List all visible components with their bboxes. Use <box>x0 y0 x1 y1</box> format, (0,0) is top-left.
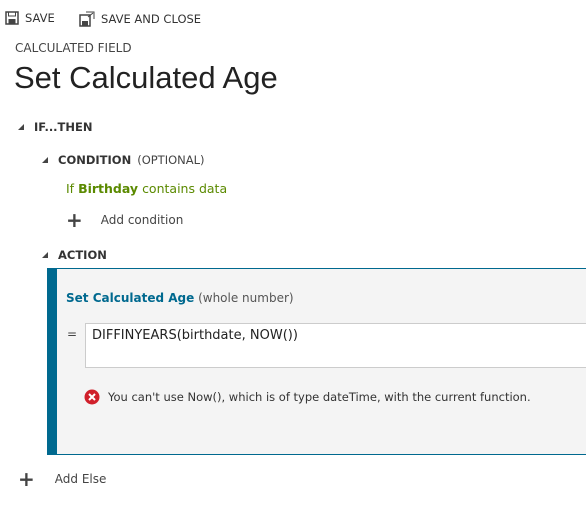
collapse-triangle-icon <box>42 157 48 163</box>
entity-subtitle: CALCULATED FIELD <box>15 41 132 55</box>
equals-sign: = <box>67 327 78 341</box>
error-message: You can't use Now(), which is of type da… <box>84 389 531 405</box>
save-and-close-label: SAVE AND CLOSE <box>101 12 202 26</box>
save-and-close-icon <box>79 11 95 27</box>
page-title: Set Calculated Age <box>14 60 278 95</box>
ifthen-label: IF...THEN <box>34 120 93 134</box>
condition-if: If <box>66 181 75 196</box>
condition-operator: contains data <box>142 181 228 196</box>
condition-section-toggle[interactable]: CONDITION (OPTIONAL) <box>42 153 205 167</box>
collapse-triangle-icon <box>18 124 24 130</box>
action-label: ACTION <box>58 248 107 262</box>
condition-field: Birthday <box>78 181 139 196</box>
plus-icon: + <box>66 208 83 232</box>
condition-label: CONDITION <box>58 153 132 167</box>
action-target: Set Calculated Age (whole number) <box>66 291 294 305</box>
add-condition-button[interactable]: + Add condition <box>66 208 184 232</box>
add-condition-label: Add condition <box>100 213 184 227</box>
formula-input[interactable]: DIFFINYEARS(birthdate, NOW()) <box>85 323 586 368</box>
add-else-label: Add Else <box>54 472 107 486</box>
ifthen-section-toggle[interactable]: IF...THEN <box>18 120 93 134</box>
add-else-button[interactable]: + Add Else <box>18 467 107 491</box>
plus-icon: + <box>18 467 35 491</box>
error-icon <box>84 389 100 405</box>
collapse-triangle-icon <box>42 252 48 258</box>
action-target-type: (whole number) <box>198 291 294 305</box>
save-label: SAVE <box>25 11 55 25</box>
action-target-field: Set Calculated Age <box>66 291 195 305</box>
save-button[interactable]: SAVE <box>5 11 55 25</box>
save-icon <box>5 11 19 25</box>
error-text: You can't use Now(), which is of type da… <box>108 390 531 404</box>
action-section-toggle[interactable]: ACTION <box>42 248 107 262</box>
condition-optional: (OPTIONAL) <box>137 153 205 167</box>
action-panel: Set Calculated Age (whole number) = DIFF… <box>47 268 586 455</box>
save-and-close-button[interactable]: SAVE AND CLOSE <box>79 11 201 27</box>
condition-rule[interactable]: If Birthday contains data <box>66 181 227 196</box>
